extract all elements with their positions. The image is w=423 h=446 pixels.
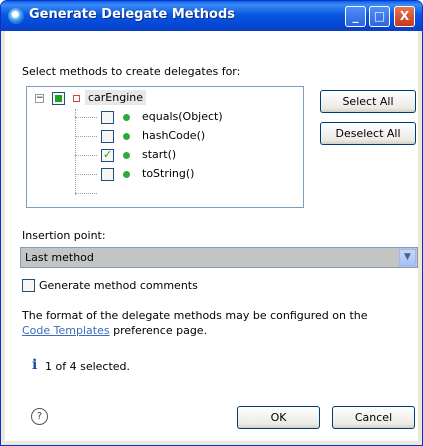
tree-guide <box>75 136 97 137</box>
dialog-content: Select methods to create delegates for: … <box>5 31 418 441</box>
eclipse-icon <box>8 8 24 24</box>
close-button[interactable]: X <box>394 6 415 27</box>
dialog-window: Generate Delegate Methods _ □ X Select m… <box>0 0 423 446</box>
tree-guide <box>75 193 97 194</box>
tree-guide-vertical <box>75 109 76 195</box>
maximize-button[interactable]: □ <box>369 6 390 27</box>
info-icon: i <box>32 357 38 373</box>
item-checkbox-tostring[interactable] <box>101 168 114 181</box>
generate-comments-checkbox[interactable] <box>22 279 35 292</box>
info-line1: The format of the delegate methods may b… <box>22 309 368 322</box>
select-all-button[interactable]: Select All <box>320 90 416 113</box>
select-methods-label: Select methods to create delegates for: <box>22 65 241 78</box>
dropdown-arrow-icon[interactable]: ▼ <box>399 249 416 266</box>
insertion-point-select[interactable]: Last method ▼ <box>20 247 418 268</box>
minimize-button[interactable]: _ <box>345 6 366 27</box>
insertion-point-value: Last method <box>25 251 94 264</box>
public-method-icon <box>123 152 130 159</box>
info-text: The format of the delegate methods may b… <box>22 308 418 338</box>
generate-comments-label[interactable]: Generate method comments <box>39 279 198 292</box>
ok-button[interactable]: OK <box>237 406 320 429</box>
item-checkbox-equals[interactable] <box>101 111 114 124</box>
insertion-point-label: Insertion point: <box>22 229 106 242</box>
tree-item-label[interactable]: hashCode() <box>142 129 205 142</box>
item-checkbox-hashcode[interactable] <box>101 130 114 143</box>
methods-tree[interactable]: − carEngine equals(Object) hashCode() st… <box>26 86 304 208</box>
tree-guide <box>75 117 97 118</box>
class-icon <box>73 95 80 102</box>
public-method-icon <box>123 171 130 178</box>
deselect-all-button[interactable]: Deselect All <box>320 122 416 145</box>
cancel-button[interactable]: Cancel <box>332 406 415 429</box>
public-method-icon <box>123 114 130 121</box>
tree-item-label[interactable]: equals(Object) <box>142 110 223 123</box>
tree-item-label[interactable]: toString() <box>142 167 194 180</box>
item-checkbox-start[interactable] <box>101 148 114 162</box>
code-templates-link[interactable]: Code Templates <box>22 324 110 337</box>
collapse-toggle-icon[interactable]: − <box>35 94 44 103</box>
tree-root-label[interactable]: carEngine <box>85 90 147 105</box>
public-method-icon <box>123 133 130 140</box>
dialog-title: Generate Delegate Methods <box>29 7 236 22</box>
tree-guide <box>75 174 97 175</box>
tree-item-label[interactable]: start() <box>142 148 176 161</box>
tree-guide <box>75 155 97 156</box>
title-bar[interactable]: Generate Delegate Methods _ □ X <box>1 1 422 31</box>
info-line2: preference page. <box>109 324 208 337</box>
help-icon[interactable]: ? <box>31 408 48 425</box>
root-checkbox[interactable] <box>52 92 65 105</box>
selection-status: 1 of 4 selected. <box>45 360 131 373</box>
